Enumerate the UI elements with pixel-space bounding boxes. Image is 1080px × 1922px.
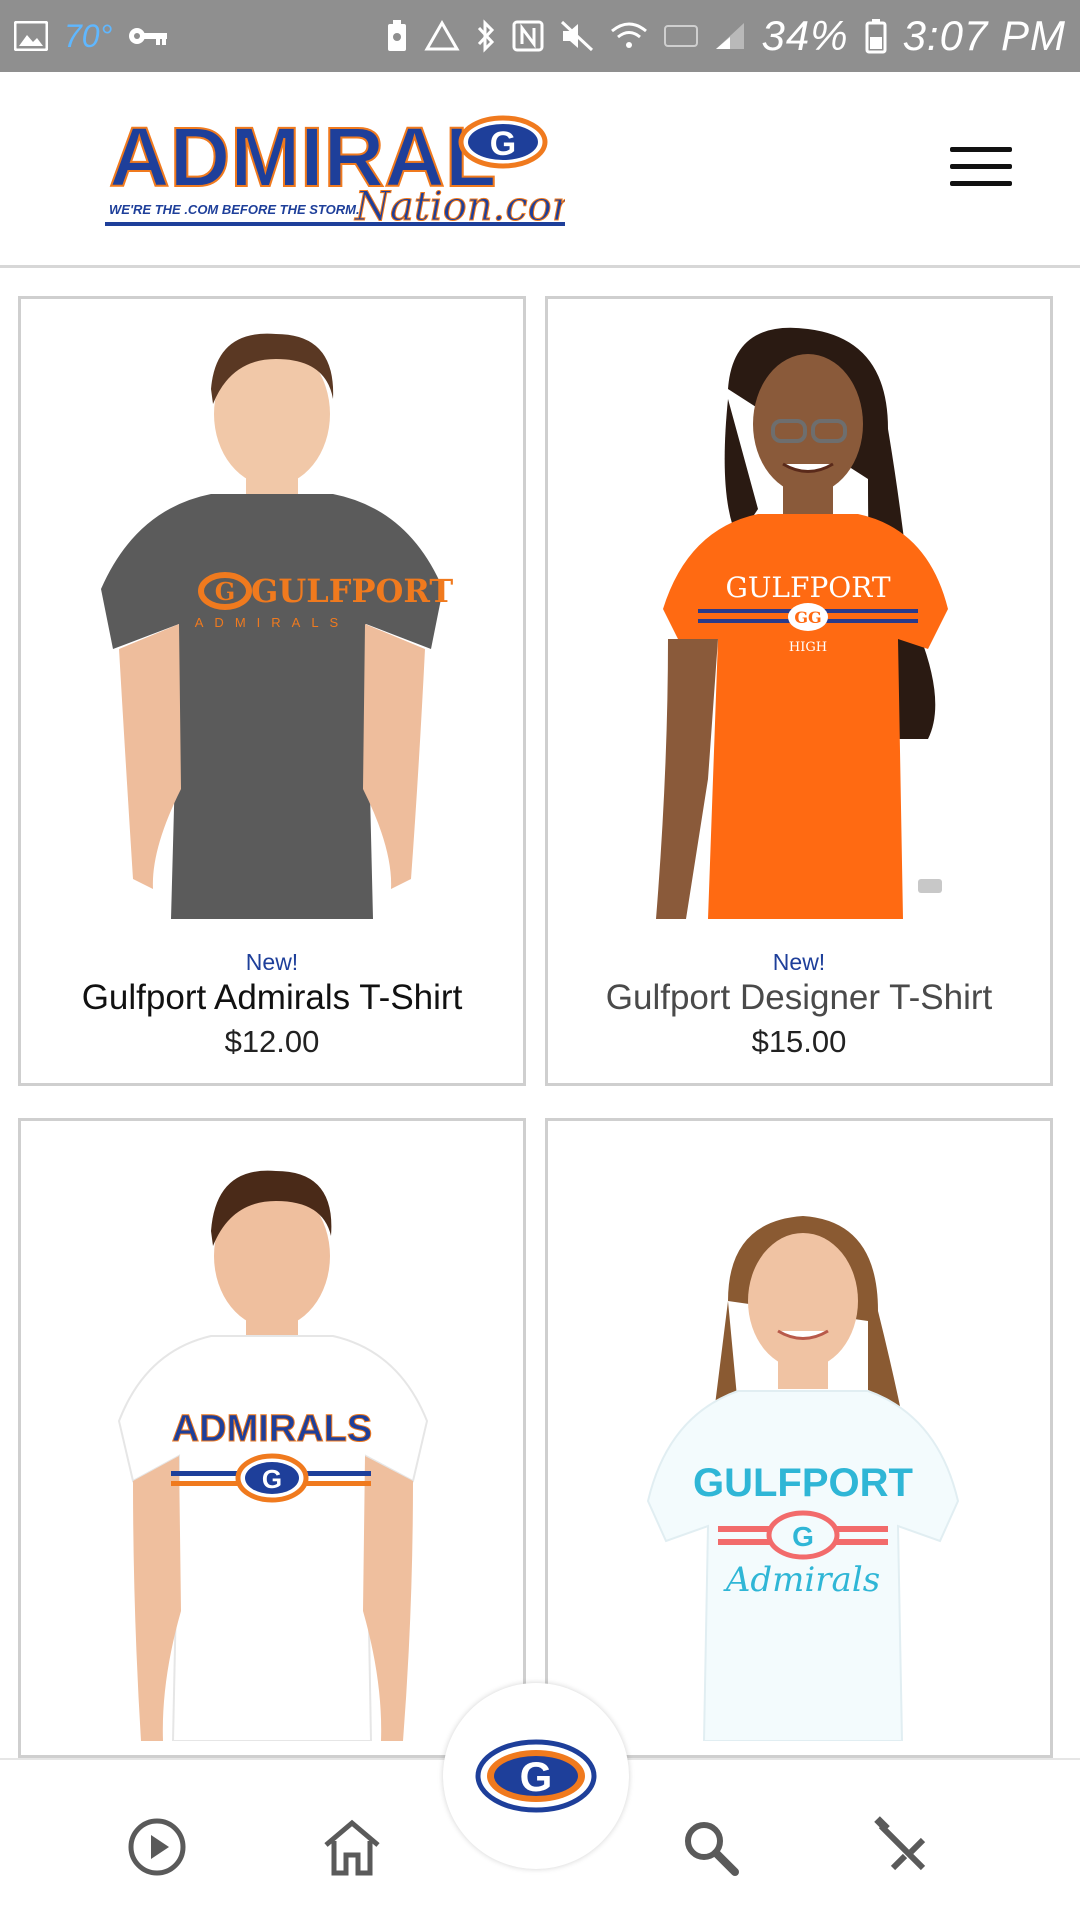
key-icon <box>128 24 168 48</box>
volte-icon <box>663 23 698 49</box>
image-icon <box>14 21 48 51</box>
search-icon[interactable] <box>678 1815 742 1879</box>
bluetooth-icon <box>476 19 496 53</box>
admiral-nation-logo[interactable]: ADMIRAL G Nation.com WE'RE THE .COM BEFO… <box>105 102 565 242</box>
shirt-print-subtext: Admirals <box>723 1560 880 1600</box>
clock: 3:07 PM <box>902 12 1066 59</box>
battery-saver-icon <box>386 19 408 53</box>
hamburger-menu-icon[interactable] <box>950 147 1012 191</box>
signal-icon <box>714 21 746 51</box>
product-grid: G GULFPORT ADMIRALS New! Gulfport Admira… <box>0 268 1080 1758</box>
new-badge: New! <box>245 949 299 975</box>
product-name[interactable]: Gulfport Designer T-Shirt <box>548 978 1050 1018</box>
shirt-print-text: ADMIRALS <box>172 1408 373 1450</box>
nfc-icon <box>512 20 544 52</box>
svg-text:G: G <box>792 1521 814 1552</box>
svg-text:G: G <box>215 577 236 606</box>
recycle-icon <box>423 20 460 52</box>
svg-text:G: G <box>262 1464 282 1494</box>
svg-text:G: G <box>520 1753 553 1800</box>
product-price: $15.00 <box>751 1024 847 1059</box>
site-header: ADMIRAL G Nation.com WE'RE THE .COM BEFO… <box>0 72 1080 268</box>
mute-icon <box>560 20 594 52</box>
g-logo-icon[interactable]: G <box>443 1683 629 1869</box>
play-circle-icon[interactable] <box>125 1815 189 1879</box>
shirt-print-text: GULFPORT <box>725 571 890 604</box>
product-image: G GULFPORT ADMIRALS <box>101 333 453 919</box>
product-card[interactable]: ADMIRALS G <box>18 1118 526 1758</box>
product-image: GULFPORT GG HIGH <box>656 327 948 919</box>
logo-tagline: WE'RE THE .COM BEFORE THE STORM. <box>109 202 360 217</box>
shirt-print-text: GULFPORT <box>693 1461 913 1505</box>
product-image: GULFPORT G Admirals <box>646 1216 960 1741</box>
product-card[interactable]: G GULFPORT ADMIRALS New! Gulfport Admira… <box>18 296 526 1086</box>
new-badge: New! <box>772 949 826 975</box>
battery-percent: 34% <box>761 12 849 59</box>
product-price: $12.00 <box>224 1024 320 1059</box>
temperature-label: 70° <box>64 17 113 54</box>
product-name[interactable]: Gulfport Admirals T-Shirt <box>21 978 523 1018</box>
home-icon[interactable] <box>320 1815 384 1879</box>
product-card[interactable]: GULFPORT G Admirals <box>545 1118 1053 1758</box>
shirt-print-subtext: HIGH <box>789 640 827 655</box>
svg-text:G: G <box>490 125 516 163</box>
product-image: ADMIRALS G <box>117 1170 429 1741</box>
product-card[interactable]: GULFPORT GG HIGH New! Gulfport Designer … <box>545 296 1053 1086</box>
tools-icon[interactable] <box>870 1815 934 1879</box>
shirt-print-subtext: ADMIRALS <box>195 615 349 630</box>
wifi-icon <box>610 21 648 51</box>
status-bar: 70° 34% 3:07 PM <box>0 0 1080 72</box>
battery-icon <box>865 18 887 54</box>
shirt-print-text: GULFPORT <box>251 572 453 610</box>
svg-text:GG: GG <box>794 608 821 627</box>
